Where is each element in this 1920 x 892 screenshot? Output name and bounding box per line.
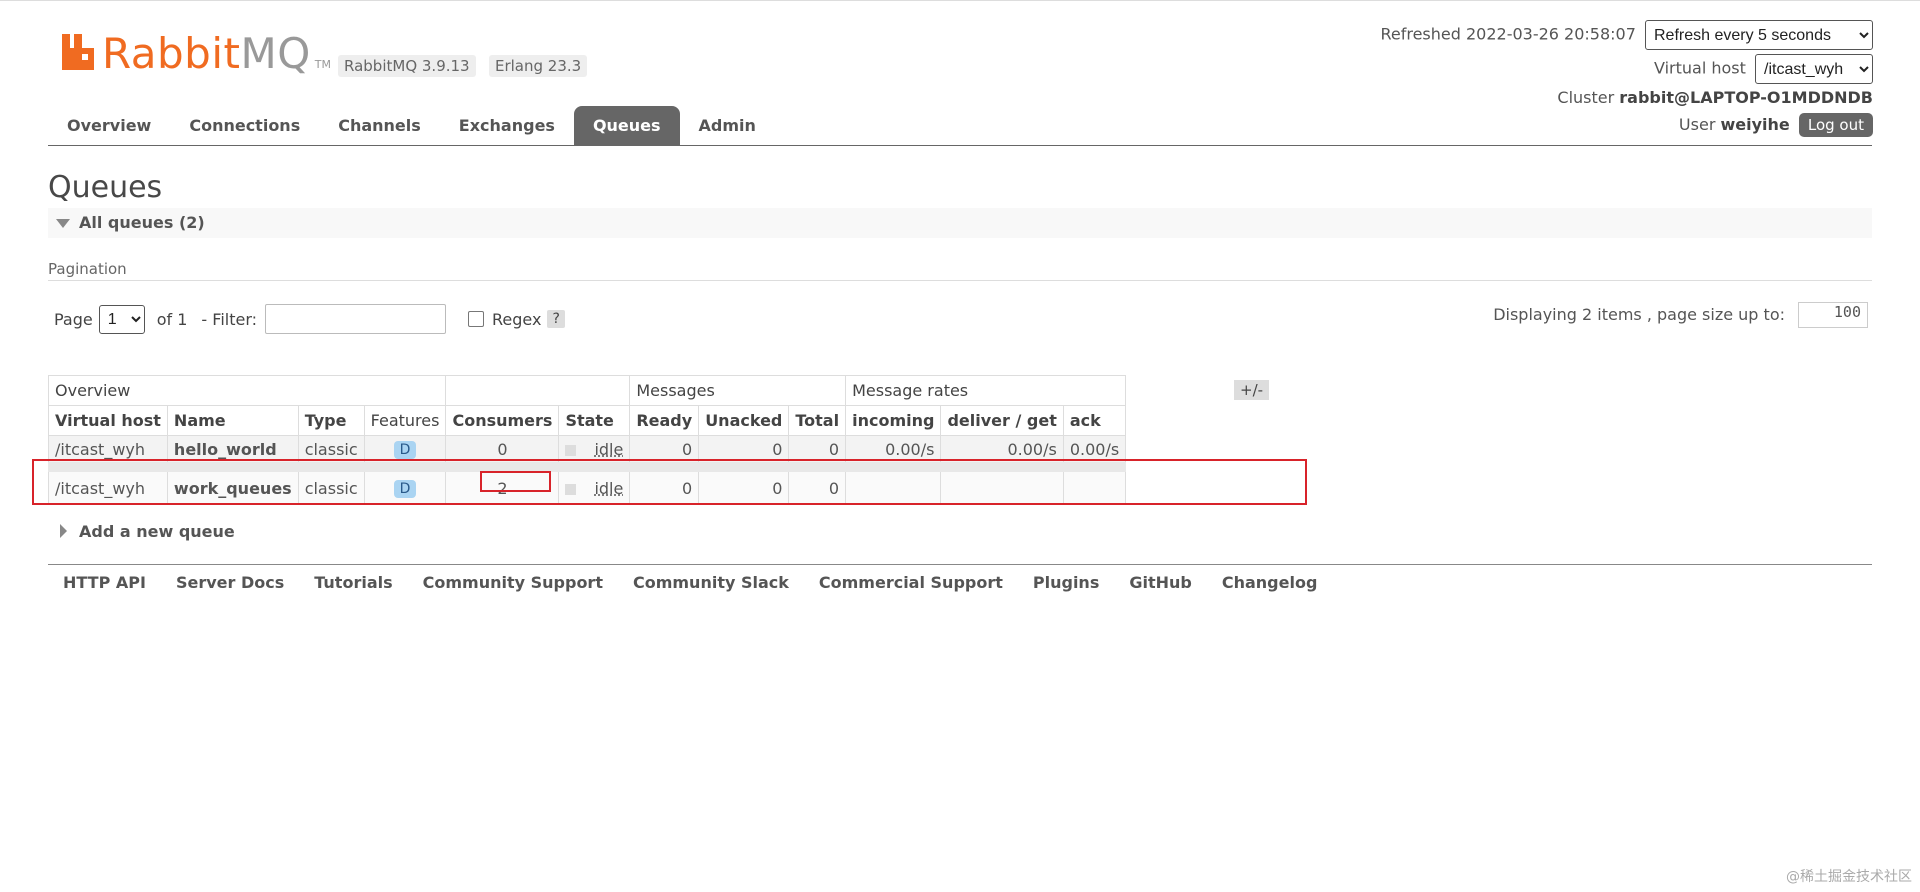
version-badge: RabbitMQ 3.9.13 bbox=[338, 55, 476, 77]
footer-link-github[interactable]: GitHub bbox=[1114, 573, 1207, 592]
col-ack[interactable]: ack bbox=[1062, 405, 1127, 436]
watermark: @稀土掘金技术社区 bbox=[1786, 869, 1912, 885]
pagination-heading: Pagination bbox=[48, 260, 127, 278]
logout-button[interactable]: Log out bbox=[1798, 113, 1873, 137]
all-queues-section-toggle[interactable]: All queues (2) bbox=[48, 208, 1872, 238]
cluster-row: Cluster rabbit@LAPTOP-O1MDDNDB bbox=[1557, 88, 1873, 107]
footer-link-community-slack[interactable]: Community Slack bbox=[618, 573, 804, 592]
page-label: Page bbox=[54, 309, 93, 329]
state-text: idle bbox=[594, 439, 624, 459]
user-row: User weiyihe Log out bbox=[1679, 113, 1873, 137]
table-column-header: Virtual host Name Type Features Consumer… bbox=[48, 405, 1127, 436]
group-message-rates: Message rates bbox=[845, 375, 1127, 406]
rabbitmq-logo[interactable]: RabbitMQ TM bbox=[62, 33, 331, 75]
filter-label: - Filter: bbox=[201, 309, 258, 329]
pagination-divider bbox=[48, 280, 1872, 281]
regex-checkbox[interactable] bbox=[468, 311, 485, 327]
col-features: Features bbox=[363, 405, 447, 436]
trademark: TM bbox=[314, 58, 331, 71]
tab-admin[interactable]: Admin bbox=[680, 106, 775, 146]
group-messages: Messages bbox=[629, 375, 847, 406]
of-pages-label: of 1 bbox=[156, 309, 188, 329]
rabbit-icon bbox=[62, 34, 94, 70]
top-border bbox=[0, 0, 1920, 1]
footer-link-tutorials[interactable]: Tutorials bbox=[299, 573, 407, 592]
durable-badge: D bbox=[393, 441, 417, 459]
add-queue-toggle[interactable]: Add a new queue bbox=[60, 522, 235, 541]
col-name[interactable]: Name bbox=[166, 405, 299, 436]
displaying-label: Displaying 2 items , page size up to: bbox=[1493, 305, 1785, 324]
group-overview: Overview bbox=[47, 375, 447, 406]
user-value: weiyihe bbox=[1720, 115, 1790, 134]
main-nav: Overview Connections Channels Exchanges … bbox=[48, 106, 775, 146]
footer-link-changelog[interactable]: Changelog bbox=[1207, 573, 1333, 592]
state-indicator-icon bbox=[565, 444, 577, 456]
tab-channels[interactable]: Channels bbox=[319, 106, 440, 146]
brand-mq: MQ bbox=[240, 29, 311, 78]
footer-link-plugins[interactable]: Plugins bbox=[1018, 573, 1114, 592]
tab-connections[interactable]: Connections bbox=[170, 106, 319, 146]
tab-exchanges[interactable]: Exchanges bbox=[440, 106, 574, 146]
cluster-value: rabbit@LAPTOP-O1MDDNDB bbox=[1619, 88, 1873, 107]
col-deliver-get[interactable]: deliver / get bbox=[940, 405, 1064, 436]
vhost-select[interactable]: /itcast_wyh bbox=[1755, 54, 1873, 84]
regex-help-button[interactable]: ? bbox=[547, 310, 565, 328]
user-label: User bbox=[1678, 115, 1716, 134]
brand-wordmark: RabbitMQ bbox=[102, 33, 311, 75]
table-group-header: Overview Messages Message rates bbox=[47, 375, 1127, 406]
footer-divider bbox=[48, 564, 1872, 565]
highlight-box-row bbox=[32, 459, 1307, 505]
page-select[interactable]: 1 bbox=[98, 304, 145, 334]
vhost-label: Virtual host bbox=[1654, 58, 1746, 78]
col-incoming[interactable]: incoming bbox=[845, 405, 942, 436]
refreshed-label: Refreshed 2022-03-26 20:58:07 bbox=[1380, 24, 1636, 44]
pagination-controls: Page 1 of 1 - Filter: Regex ? bbox=[54, 304, 565, 334]
expand-triangle-icon bbox=[60, 524, 67, 538]
nav-divider bbox=[48, 145, 1872, 146]
filter-input[interactable] bbox=[265, 304, 447, 334]
page-title: Queues bbox=[48, 170, 163, 205]
col-type[interactable]: Type bbox=[297, 405, 365, 436]
erlang-badge: Erlang 23.3 bbox=[489, 55, 588, 77]
brand-main: Rabbit bbox=[102, 29, 241, 78]
all-queues-label: All queues (2) bbox=[79, 213, 205, 232]
footer-links: HTTP API Server Docs Tutorials Community… bbox=[48, 573, 1332, 592]
footer-link-commercial-support[interactable]: Commercial Support bbox=[804, 573, 1018, 592]
footer-link-http-api[interactable]: HTTP API bbox=[48, 573, 161, 592]
col-ready[interactable]: Ready bbox=[629, 405, 700, 436]
add-queue-label: Add a new queue bbox=[79, 522, 235, 541]
refresh-row: Refreshed 2022-03-26 20:58:07 Refresh ev… bbox=[1380, 20, 1873, 50]
page-size-input[interactable]: 100 bbox=[1798, 302, 1868, 328]
collapse-triangle-icon bbox=[56, 219, 70, 228]
col-state[interactable]: State bbox=[558, 405, 631, 436]
vhost-row: Virtual host /itcast_wyh bbox=[1654, 54, 1873, 84]
refresh-select[interactable]: Refresh every 5 seconds bbox=[1645, 20, 1873, 50]
col-consumers[interactable]: Consumers bbox=[445, 405, 560, 436]
col-virtual-host[interactable]: Virtual host bbox=[48, 405, 168, 436]
col-total[interactable]: Total bbox=[788, 405, 847, 436]
tab-queues[interactable]: Queues bbox=[573, 106, 680, 146]
regex-label: Regex bbox=[492, 309, 542, 329]
tab-overview[interactable]: Overview bbox=[48, 106, 170, 146]
group-overview-cont bbox=[445, 375, 631, 406]
column-toggle-button[interactable]: +/- bbox=[1234, 380, 1270, 400]
footer-link-community-support[interactable]: Community Support bbox=[408, 573, 618, 592]
footer-link-server-docs[interactable]: Server Docs bbox=[161, 573, 299, 592]
col-unacked[interactable]: Unacked bbox=[698, 405, 790, 436]
cluster-label: Cluster bbox=[1557, 88, 1615, 107]
highlight-box-consumers bbox=[480, 471, 551, 492]
